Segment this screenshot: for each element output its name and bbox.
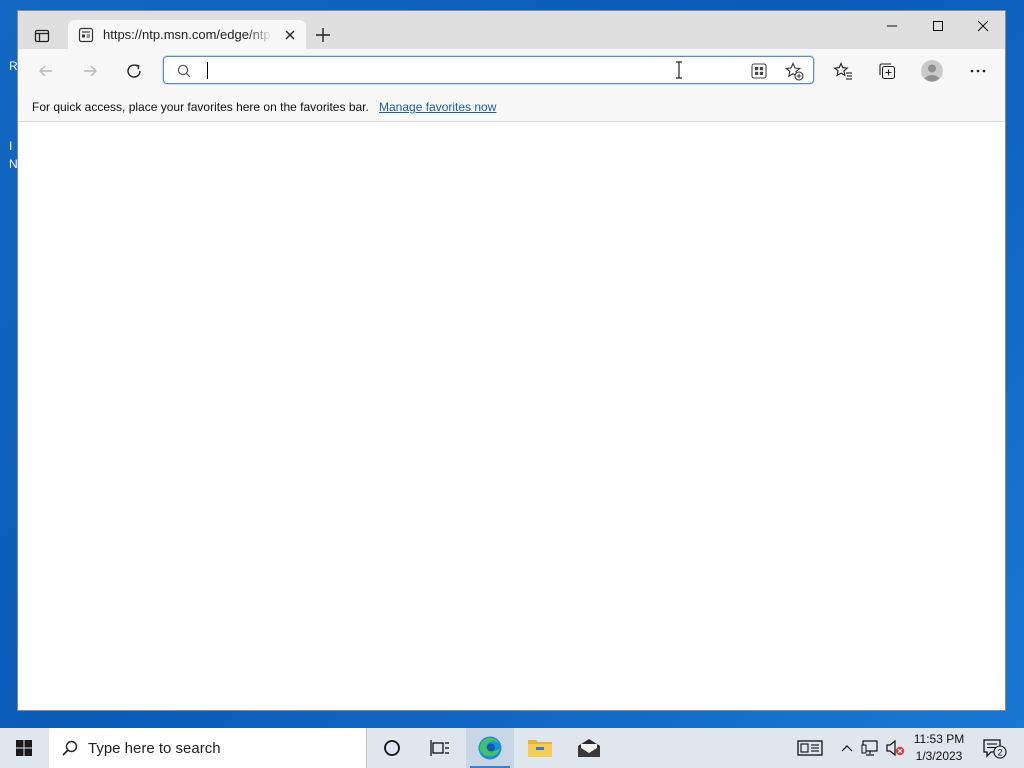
folder-icon [528,740,552,757]
refresh-icon [127,64,141,78]
cortana-circle-icon [384,740,400,756]
taskbar-clock[interactable]: 11:53 PM 1/3/2023 [905,731,973,765]
volume-muted-icon [886,739,905,757]
show-hidden-icons-button[interactable] [837,728,857,768]
forward-button[interactable] [76,58,104,84]
tab-actions-icon [34,29,50,43]
desktop-icon-labels: R I N [0,55,18,185]
taskbar-file-explorer-button[interactable] [516,728,564,768]
windows-logo-icon [16,740,32,756]
address-input[interactable] [204,59,728,83]
manage-favorites-link[interactable]: Manage favorites now [379,100,496,114]
taskbar-search-box[interactable]: Type here to search [49,728,367,768]
collections-icon [879,63,896,80]
close-window-button[interactable] [960,11,1006,41]
text-caret [207,62,208,79]
back-arrow-icon [39,65,52,77]
collections-button[interactable] [873,58,901,84]
title-bar: https://ntp.msn.com/edge/ntp?locale=en-U… [18,11,1006,50]
browser-window: https://ntp.msn.com/edge/ntp?locale=en-U… [17,10,1006,711]
taskbar: Type here to search 11:53 PM 1/3/2023 2 [0,728,1024,768]
favorites-button[interactable] [829,58,857,84]
page-favicon-icon [78,27,94,43]
network-button[interactable] [860,728,882,768]
maximize-icon [933,21,943,31]
volume-button[interactable] [884,728,906,768]
edge-browser-icon [478,736,502,760]
chevron-up-icon [841,745,853,752]
taskbar-edge-button[interactable] [466,728,514,768]
new-tab-icon[interactable] [312,24,334,46]
settings-more-button[interactable] [964,58,992,84]
add-favorite-icon[interactable] [784,61,804,81]
maximize-button[interactable] [915,11,961,41]
clock-date: 1/3/2023 [915,749,963,763]
search-icon [62,740,78,756]
more-options-icon [970,69,986,73]
app-available-icon[interactable] [750,62,768,80]
refresh-button[interactable] [120,58,148,84]
favorites-bar: For quick access, place your favorites h… [18,93,1005,122]
cortana-button[interactable] [368,728,416,768]
close-icon [977,20,989,32]
network-icon [861,740,878,756]
favorites-icon [833,62,852,80]
close-tab-icon[interactable] [282,27,298,43]
search-placeholder: Type here to search [88,740,221,757]
action-center-button[interactable]: 2 [978,728,1010,768]
page-content [18,122,1005,710]
avatar-icon [921,60,943,82]
taskbar-mail-button[interactable] [565,728,613,768]
profile-button[interactable] [918,58,946,84]
minimize-icon [887,25,897,27]
forward-arrow-icon [84,65,97,77]
text-cursor-icon [676,61,682,79]
address-bar[interactable] [163,56,814,84]
back-button[interactable] [32,58,60,84]
task-view-icon [430,740,449,756]
navigation-toolbar [18,49,1005,93]
mail-icon [578,739,600,757]
task-view-button[interactable] [416,728,464,768]
notification-count: 2 [997,748,1002,758]
browser-tab[interactable]: https://ntp.msn.com/edge/ntp?locale=en-U… [68,20,306,50]
news-icon [797,740,823,756]
clock-time: 11:53 PM [913,732,965,746]
tab-title: https://ntp.msn.com/edge/ntp?locale=en-U… [103,27,273,42]
minimize-button[interactable] [869,11,915,41]
start-button[interactable] [0,728,48,768]
news-widget-button[interactable] [795,728,825,768]
favorites-bar-message: For quick access, place your favorites h… [32,100,369,114]
desktop-char: I [9,139,13,153]
tab-actions-button[interactable] [28,23,56,49]
notification-icon: 2 [983,739,1007,759]
search-icon [177,64,191,78]
